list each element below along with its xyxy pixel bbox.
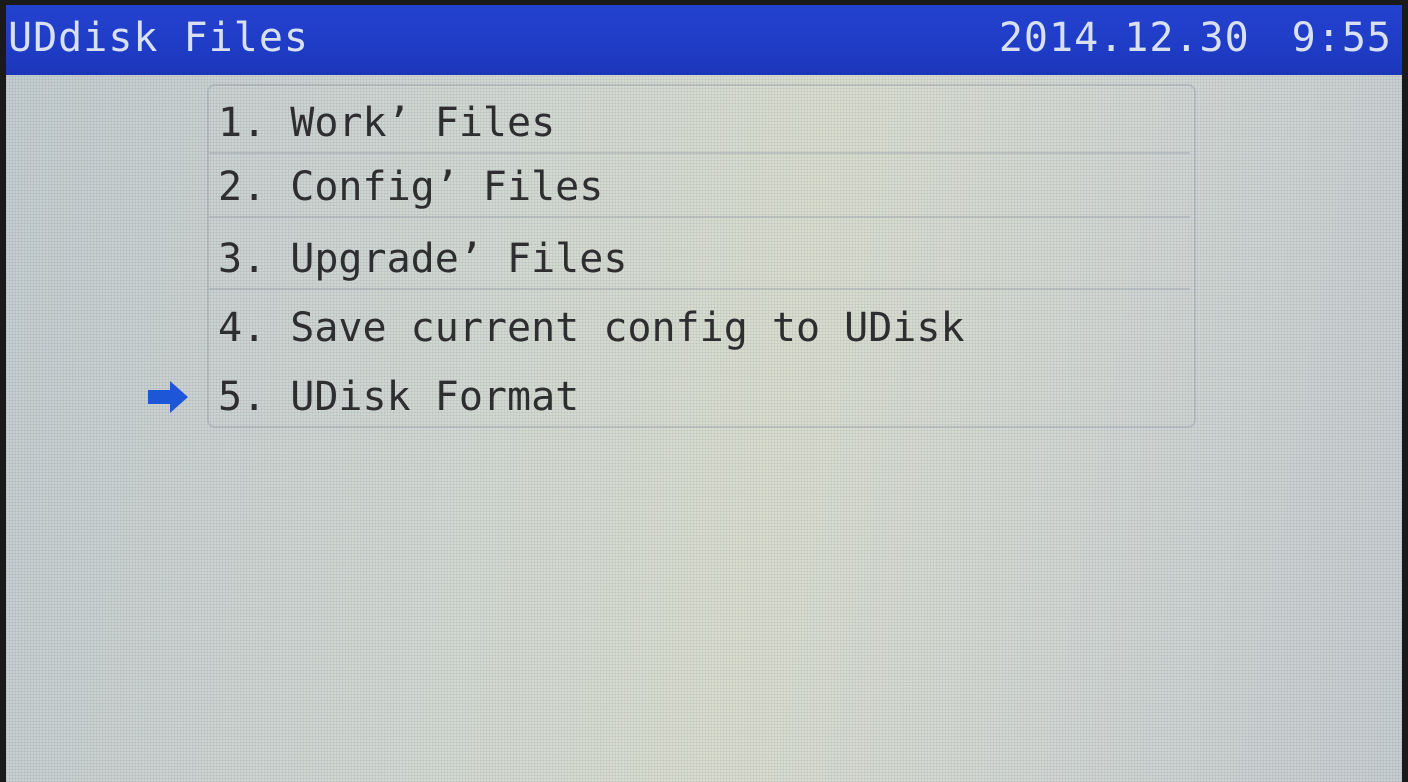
bezel-left (0, 0, 6, 782)
bezel-right (1402, 0, 1408, 782)
menu-item-save-config[interactable]: 4. Save current config to UDisk (218, 297, 1193, 359)
lcd-screen: UDdisk Files 2014.12.30 9:55 1. Work’ Fil… (0, 0, 1408, 782)
date-display: 2014.12.30 (998, 15, 1250, 61)
time-display: 9:55 (1291, 15, 1392, 61)
menu-item-udisk-format[interactable]: 5. UDisk Format (218, 366, 1193, 428)
bezel-top (0, 0, 1408, 5)
menu-item-upgrade-files[interactable]: 3. Upgrade’ Files (209, 228, 1190, 290)
menu-item-work-files[interactable]: 1. Work’ Files (209, 92, 1190, 154)
title-bar: UDdisk Files 2014.12.30 9:55 (6, 5, 1402, 75)
page-title: UDdisk Files (8, 15, 309, 61)
arrow-right-icon (148, 381, 188, 413)
title-datetime: 2014.12.30 9:55 (999, 15, 1392, 61)
menu-item-config-files[interactable]: 2. Config’ Files (209, 156, 1190, 218)
